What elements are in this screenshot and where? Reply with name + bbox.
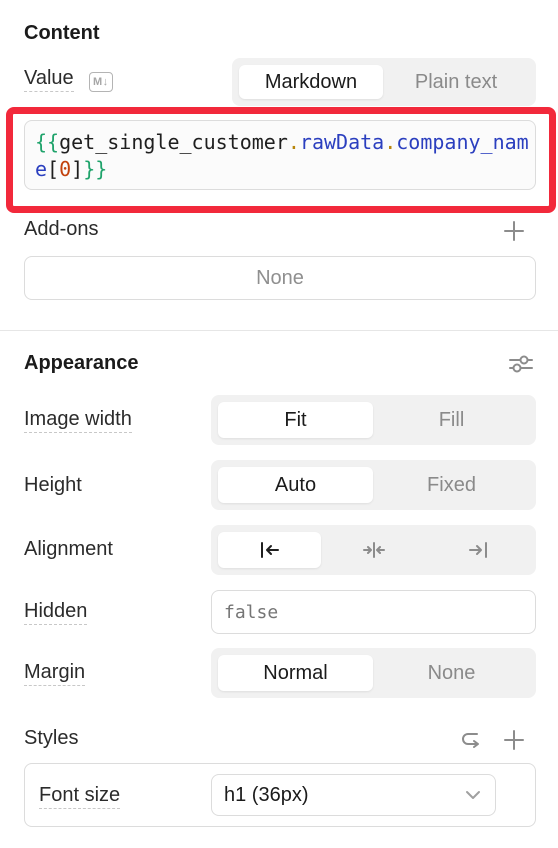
fixed-option[interactable]: Fixed xyxy=(374,467,529,503)
reset-styles-button[interactable] xyxy=(456,726,486,754)
add-style-button[interactable] xyxy=(500,726,528,754)
fit-option[interactable]: Fit xyxy=(218,402,373,438)
height-toggle: Auto Fixed xyxy=(211,460,536,510)
code-open-brace: {{ xyxy=(35,130,60,154)
font-size-label: Font size xyxy=(39,784,121,809)
value-mode-toggle: Markdown Plain text xyxy=(232,58,536,106)
code-close-brace: }} xyxy=(83,157,108,181)
value-code-editor[interactable]: {{get_single_customer.rawData.company_na… xyxy=(24,120,536,190)
image-width-toggle: Fit Fill xyxy=(211,395,536,445)
reset-icon xyxy=(462,733,479,748)
align-left-icon xyxy=(260,542,279,558)
alignment-label: Alignment xyxy=(24,538,113,560)
appearance-settings-button[interactable] xyxy=(506,350,536,378)
code-bracket: [ xyxy=(47,157,60,181)
align-center-option[interactable] xyxy=(322,532,425,568)
addons-box[interactable]: None xyxy=(24,256,536,300)
addons-value: None xyxy=(256,266,304,289)
code-bracket: ] xyxy=(71,157,84,181)
height-label: Height xyxy=(24,474,82,496)
hidden-label: Hidden xyxy=(24,600,88,625)
code-property: company_nam xyxy=(396,130,529,154)
chevron-down-icon xyxy=(466,791,480,799)
font-size-select[interactable]: h1 (36px) xyxy=(211,774,496,816)
plus-icon xyxy=(504,730,524,750)
margin-toggle: Normal None xyxy=(211,648,536,698)
addons-label: Add-ons xyxy=(24,218,99,240)
hidden-input[interactable] xyxy=(211,590,536,634)
code-property: e xyxy=(35,157,48,181)
value-label: Value xyxy=(24,67,74,92)
fill-option[interactable]: Fill xyxy=(374,402,529,438)
none-option[interactable]: None xyxy=(374,655,529,691)
code-dot: . xyxy=(287,130,300,154)
code-index: 0 xyxy=(59,157,72,181)
markdown-option[interactable]: Markdown xyxy=(239,65,383,99)
align-center-icon xyxy=(362,542,385,558)
code-dot: . xyxy=(384,130,397,154)
auto-option[interactable]: Auto xyxy=(218,467,373,503)
sliders-icon xyxy=(509,355,533,373)
code-identifier: get_single_customer xyxy=(59,130,288,154)
content-section-title: Content xyxy=(24,22,100,44)
align-left-option[interactable] xyxy=(218,532,321,568)
image-width-label: Image width xyxy=(24,408,132,433)
plain-text-option[interactable]: Plain text xyxy=(384,65,528,99)
styles-box: Font size h1 (36px) xyxy=(24,763,536,827)
styles-label: Styles xyxy=(24,727,79,749)
code-property: rawData xyxy=(299,130,385,154)
align-right-option[interactable] xyxy=(426,532,529,568)
plus-icon xyxy=(504,221,524,241)
section-divider xyxy=(0,330,558,331)
alignment-toggle xyxy=(211,525,536,575)
add-addon-button[interactable] xyxy=(500,217,528,245)
font-size-value: h1 (36px) xyxy=(224,783,309,806)
normal-option[interactable]: Normal xyxy=(218,655,373,691)
markdown-icon[interactable]: M↓ xyxy=(89,72,113,92)
appearance-section-title: Appearance xyxy=(24,352,139,374)
margin-label: Margin xyxy=(24,661,86,686)
align-right-icon xyxy=(468,542,487,558)
